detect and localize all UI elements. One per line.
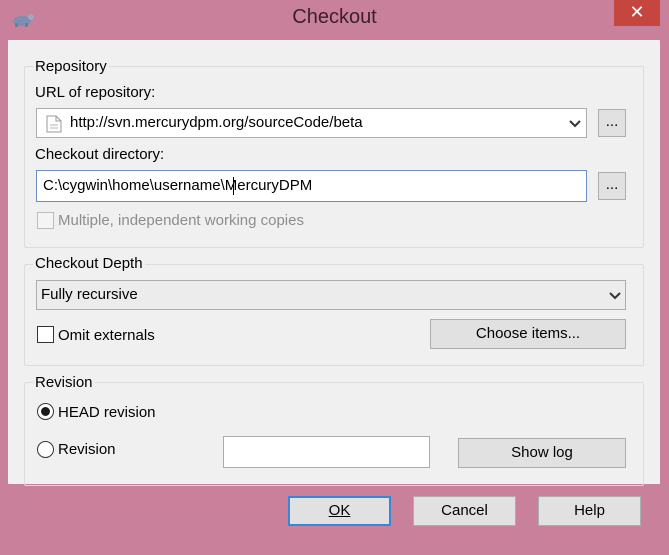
revision-group-label: Revision xyxy=(33,374,95,391)
cancel-button[interactable]: Cancel xyxy=(413,496,516,526)
revision-number-input[interactable] xyxy=(223,436,430,468)
checkout-dir-browse-button[interactable]: ... xyxy=(598,172,626,200)
checkout-dir-value: C:\cygwin\home\username\MercuryDPM xyxy=(43,177,313,194)
depth-select[interactable]: Fully recursive xyxy=(36,280,626,310)
chevron-down-icon[interactable] xyxy=(607,288,623,304)
checkout-depth-group-label: Checkout Depth xyxy=(33,255,145,272)
omit-externals-label: Omit externals xyxy=(58,327,155,344)
ok-button-label: OK xyxy=(328,502,351,519)
help-button[interactable]: Help xyxy=(538,496,641,526)
close-icon: ✕ xyxy=(629,2,645,22)
head-revision-radio[interactable] xyxy=(37,403,54,420)
omit-externals-checkbox[interactable] xyxy=(37,326,54,343)
show-log-button[interactable]: Show log xyxy=(458,438,626,468)
radio-selected-dot xyxy=(41,407,50,416)
ok-button[interactable]: OK xyxy=(288,496,391,526)
title-bar: Checkout ✕ xyxy=(0,0,669,38)
depth-selected-value: Fully recursive xyxy=(41,286,138,303)
url-value: http://svn.mercurydpm.org/sourceCode/bet… xyxy=(70,114,363,131)
revision-group xyxy=(24,382,644,486)
repository-group-label: Repository xyxy=(33,58,109,75)
chevron-down-icon[interactable] xyxy=(567,116,583,132)
window-title: Checkout xyxy=(292,6,377,28)
text-caret xyxy=(233,177,234,195)
choose-items-button[interactable]: Choose items... xyxy=(430,319,626,349)
document-icon xyxy=(46,115,62,133)
checkout-dir-input[interactable]: C:\cygwin\home\username\MercuryDPM xyxy=(36,170,587,202)
multiple-copies-label: Multiple, independent working copies xyxy=(58,212,304,229)
multiple-copies-checkbox[interactable] xyxy=(37,212,54,229)
checkout-dir-label: Checkout directory: xyxy=(35,146,165,163)
url-combobox[interactable]: http://svn.mercurydpm.org/sourceCode/bet… xyxy=(36,108,587,138)
close-button[interactable]: ✕ xyxy=(614,0,660,26)
url-browse-button[interactable]: ... xyxy=(598,109,626,137)
revision-radio[interactable] xyxy=(37,441,54,458)
dialog-client-area: Repository URL of repository: http://svn… xyxy=(8,40,660,486)
revision-label: Revision xyxy=(58,441,116,458)
url-label: URL of repository: xyxy=(35,84,156,101)
head-revision-label: HEAD revision xyxy=(58,404,156,421)
